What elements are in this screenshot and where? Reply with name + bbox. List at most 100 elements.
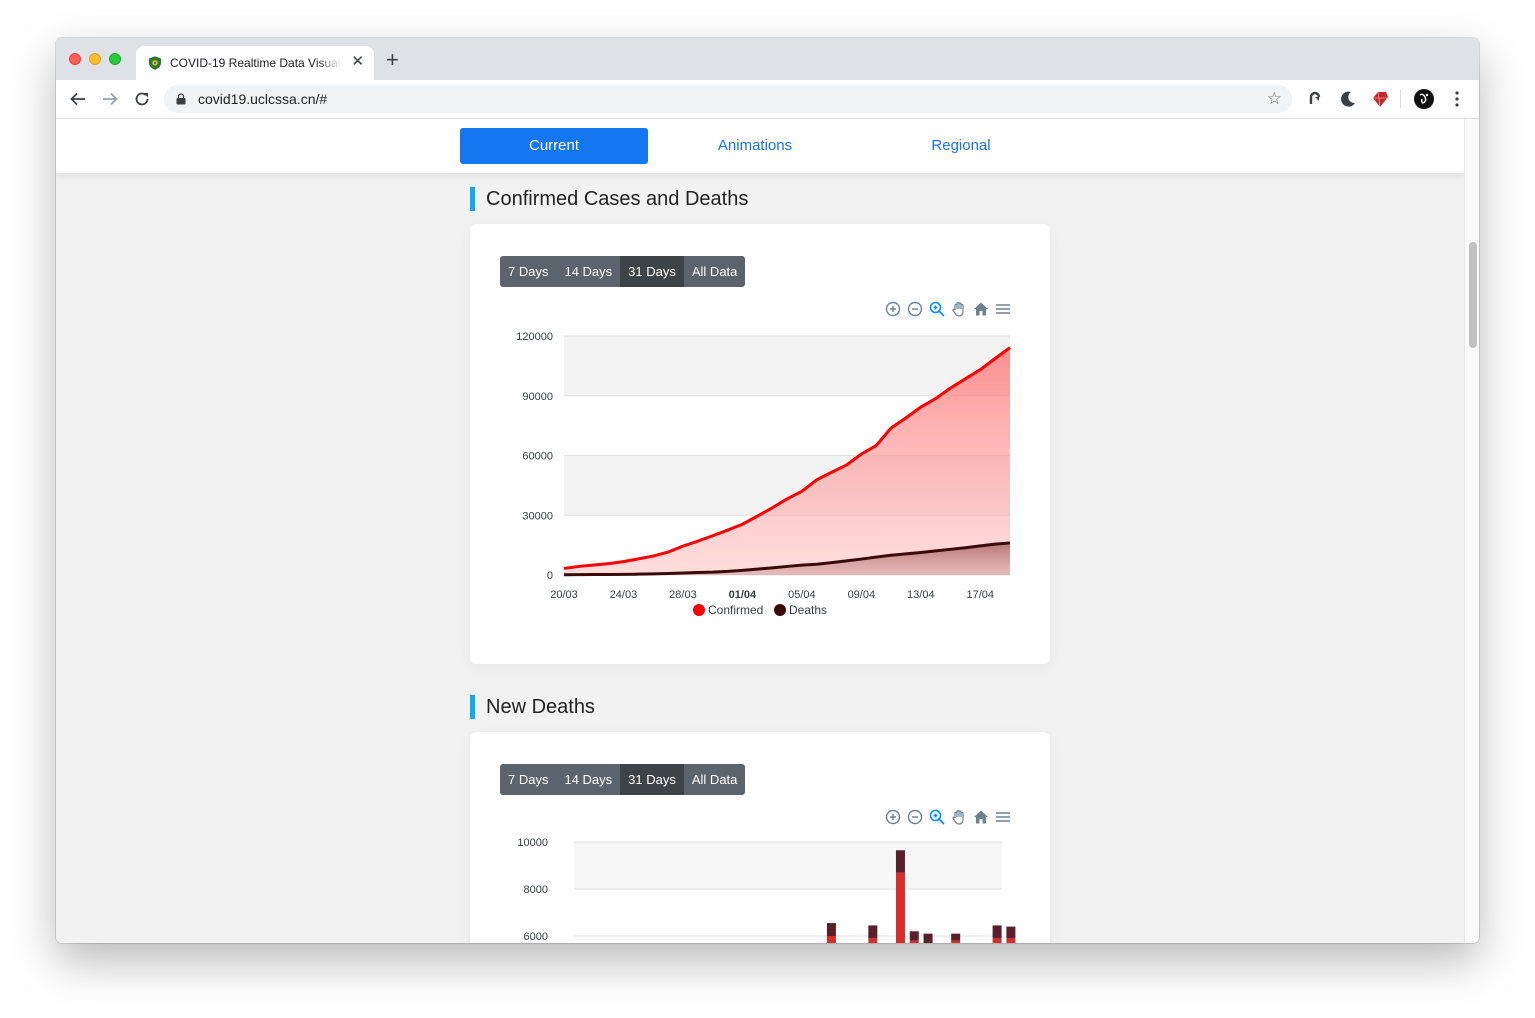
bar <box>826 923 836 943</box>
browser-window: COVID-19 Realtime Data Visualization ✕ +… <box>56 38 1479 943</box>
bar <box>909 931 919 943</box>
zoom-out-icon[interactable] <box>906 300 924 318</box>
zoom-in-icon[interactable] <box>884 808 902 826</box>
site-favicon-icon <box>149 56 161 70</box>
pan-icon[interactable] <box>950 808 968 826</box>
chart-card-confirmed: 7 Days 14 Days 31 Days All Data 0 30000 60… <box>470 224 1050 664</box>
bar <box>992 925 1002 943</box>
scrollbar-thumb[interactable] <box>1469 242 1477 348</box>
bar-lower-segment <box>1006 938 1016 943</box>
bar-lower-segment <box>826 936 836 943</box>
zoom-in-icon[interactable] <box>884 300 902 318</box>
toolbar-divider <box>1400 90 1401 108</box>
tab-regional[interactable]: Regional <box>867 128 1055 164</box>
confirmed-deaths-chart: 0 30000 60000 90000 120000 20/03 24/03 28/03 01/… <box>516 331 1011 617</box>
kebab-menu-icon[interactable] <box>1446 88 1468 110</box>
chart-toolbar <box>884 808 1012 828</box>
window-close-button[interactable] <box>69 53 81 65</box>
x-tick-label: 17/04 <box>967 589 995 601</box>
bar <box>951 933 961 943</box>
bookmark-star-icon[interactable]: ☆ <box>1267 89 1282 109</box>
section-title-new-deaths: New Deaths <box>470 695 595 719</box>
range-all-data-button[interactable]: All Data <box>683 764 746 795</box>
bar-upper-segment <box>1006 926 1016 939</box>
browser-tab[interactable]: COVID-19 Realtime Data Visualization ✕ <box>136 46 374 80</box>
range-31-days-button[interactable]: 31 Days <box>620 764 684 795</box>
bar-lower-segment <box>951 940 961 943</box>
range-31-days-button[interactable]: 31 Days <box>620 256 684 287</box>
tab-close-icon[interactable]: ✕ <box>351 54 364 70</box>
grid-band <box>564 336 1010 396</box>
menu-icon[interactable] <box>994 808 1012 826</box>
x-tick-label: 05/04 <box>788 589 816 601</box>
selection-zoom-icon[interactable] <box>928 808 946 826</box>
bar-upper-segment <box>923 933 933 943</box>
range-14-days-button[interactable]: 14 Days <box>556 256 621 287</box>
reload-icon[interactable] <box>131 88 153 110</box>
x-tick-label: 13/04 <box>907 589 935 601</box>
bar-lower-segment <box>909 940 919 943</box>
legend-label-deaths: Deaths <box>789 603 827 617</box>
range-all-data-button[interactable]: All Data <box>683 256 746 287</box>
bar-lower-segment <box>895 872 905 943</box>
bar <box>1006 926 1016 943</box>
y-tick-label: 8000 <box>524 884 548 896</box>
range-button-group: 7 Days 14 Days 31 Days All Data <box>500 256 746 287</box>
y-tick-label: 10000 <box>517 837 548 849</box>
reset-home-icon[interactable] <box>972 300 990 318</box>
forward-arrow-icon[interactable] <box>99 88 121 110</box>
y-tick-label: 90000 <box>522 391 553 403</box>
range-button-group: 7 Days 14 Days 31 Days All Data <box>500 764 746 795</box>
selection-zoom-icon[interactable] <box>928 300 946 318</box>
y-tick-label: 6000 <box>524 931 548 943</box>
pan-icon[interactable] <box>950 300 968 318</box>
browser-toolbar: covid19.uclcssa.cn/# ☆ <box>56 80 1479 119</box>
range-7-days-button[interactable]: 7 Days <box>500 764 557 795</box>
x-tick-label: 20/03 <box>550 589 578 601</box>
bar-upper-segment <box>826 923 836 936</box>
chart-toolbar <box>884 300 1012 320</box>
new-deaths-chart: 6000 8000 10000 <box>517 837 1016 943</box>
page-scrollbar[interactable] <box>1464 119 1479 943</box>
url-text: covid19.uclcssa.cn/# <box>198 91 328 107</box>
grid-band <box>574 842 1002 889</box>
x-tick-label: 01/04 <box>729 589 757 601</box>
menu-icon[interactable] <box>994 300 1012 318</box>
ruby-extension-icon[interactable] <box>1369 88 1391 110</box>
tab-strip: COVID-19 Realtime Data Visualization ✕ + <box>56 38 1479 80</box>
extension-hook-icon[interactable] <box>1304 88 1326 110</box>
site-nav: Current Animations Regional <box>56 119 1464 173</box>
bar-upper-segment <box>951 933 961 941</box>
y-tick-label: 0 <box>547 570 553 582</box>
legend-label-confirmed: Confirmed <box>708 603 763 617</box>
tab-current[interactable]: Current <box>460 128 648 164</box>
bar-upper-segment <box>909 931 919 941</box>
window-minimize-button[interactable] <box>89 53 101 65</box>
x-tick-label: 24/03 <box>610 589 638 601</box>
back-arrow-icon[interactable] <box>67 88 89 110</box>
bar-lower-segment <box>992 938 1002 943</box>
x-tick-label: 28/03 <box>669 589 697 601</box>
chart-legend: Confirmed Deaths <box>693 603 827 617</box>
bar-lower-segment <box>868 938 878 943</box>
chart-card-new-deaths: 7 Days 14 Days 31 Days All Data 6000 8000… <box>470 732 1050 943</box>
y-tick-label: 30000 <box>522 510 553 522</box>
tab-animations[interactable]: Animations <box>661 128 849 164</box>
page-viewport: Current Animations Regional Confirmed Ca… <box>56 119 1464 943</box>
range-7-days-button[interactable]: 7 Days <box>500 256 557 287</box>
dark-mode-moon-icon[interactable] <box>1337 88 1359 110</box>
zoom-out-icon[interactable] <box>906 808 924 826</box>
reset-home-icon[interactable] <box>972 808 990 826</box>
bar <box>923 933 933 943</box>
legend-marker-deaths <box>774 604 786 616</box>
y-tick-label: 120000 <box>516 331 553 343</box>
x-tick-label: 09/04 <box>848 589 876 601</box>
address-bar[interactable]: covid19.uclcssa.cn/# ☆ <box>164 85 1292 113</box>
range-14-days-button[interactable]: 14 Days <box>556 764 621 795</box>
bar-upper-segment <box>992 925 1002 939</box>
window-maximize-button[interactable] <box>109 53 121 65</box>
profile-avatar-icon[interactable] <box>1413 88 1435 110</box>
section-title-confirmed: Confirmed Cases and Deaths <box>470 187 748 211</box>
new-tab-button[interactable]: + <box>386 49 399 71</box>
bar-upper-segment <box>895 850 905 873</box>
